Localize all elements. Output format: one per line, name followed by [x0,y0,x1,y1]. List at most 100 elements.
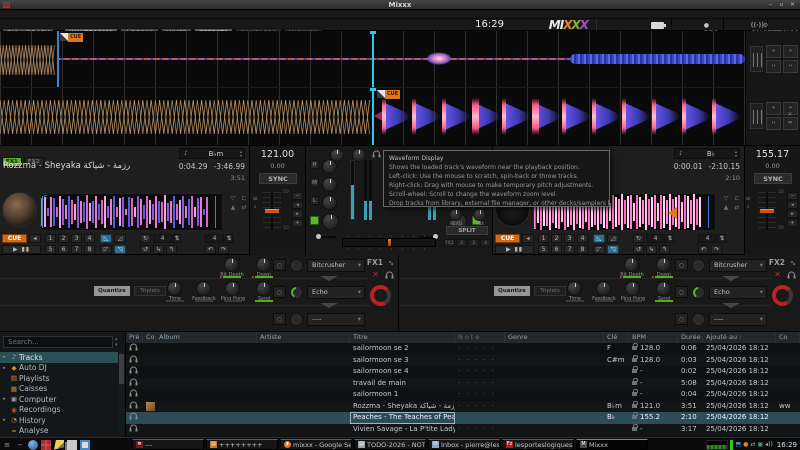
nudge-down-button[interactable]: ◂ [292,201,303,209]
column-header-3[interactable]: Artiste [257,332,350,343]
close-button[interactable]: ✕ [787,1,798,9]
hotcue-2-button[interactable]: 2 [551,234,562,243]
beatjump-size-spinner[interactable]: ⇅ [718,234,726,243]
expander-icon[interactable]: ▸ [0,354,9,360]
key-spinner[interactable]: ▴▾ [735,150,737,158]
hotcue-1-button[interactable]: 1 [45,234,56,243]
loop-out-button[interactable]: ◹ [114,245,126,254]
triplets-button[interactable]: Triplets [534,286,566,296]
jump-to-start-button[interactable]: ◂ [522,234,534,243]
hotcue-5-button[interactable]: 5 [538,245,549,254]
key-spinner[interactable]: ▴▾ [240,150,242,158]
column-header-5[interactable]: Note [455,332,505,343]
column-header-6[interactable]: Genre [505,332,604,343]
balance-slider[interactable] [316,236,336,238]
loop-size-spinbox[interactable]: 4 [646,234,665,243]
deck1-waveform[interactable]: CUE [0,31,745,88]
search-input[interactable] [3,336,113,348]
repeat-icon[interactable]: ⇄ [239,204,249,212]
maximize-button[interactable]: ▫ [776,1,787,9]
fx-slot1-power-button[interactable]: ○ [675,259,688,271]
warning-icon[interactable]: ● [743,440,748,450]
fx-slot3-power-button[interactable]: ○ [675,313,688,325]
pitch-slider[interactable] [263,192,281,230]
deck2-waveform[interactable]: CUE [0,88,745,145]
browser-icon[interactable] [28,440,38,450]
expander-icon[interactable]: ▸ [0,396,9,402]
pitch-down-button[interactable]: − [292,192,303,200]
sidebar-item-tracks[interactable]: ▸♪Tracks [0,352,118,363]
fx-slot3-meta-knob[interactable] [290,313,303,326]
hotcue-4-button[interactable]: 4 [84,234,95,243]
loop-halve-button[interactable]: ◺ [593,234,605,243]
preview-play-icon[interactable] [126,343,143,355]
rating-cell[interactable]: · · · · · [455,355,505,367]
preview-play-icon[interactable] [126,412,143,424]
table-row[interactable]: sailormoon se 2· · · · ·F128.00:0625/04/… [126,343,800,355]
cue-button[interactable]: CUE [495,234,520,243]
rating-cell[interactable]: · · · · · [455,389,505,401]
bpm-cell[interactable]: - [629,424,678,436]
preview-play-icon[interactable] [126,401,143,413]
pitch-slider-handle[interactable] [265,209,279,213]
sidebar-scrollbar[interactable] [119,352,124,434]
rating-cell[interactable]: · · · · · [455,378,505,390]
quantize-button[interactable]: Quantize [94,286,130,296]
waveform-overview[interactable]: C [40,193,223,231]
eq-low-knob[interactable] [322,195,337,210]
volume-icon[interactable]: ◂)) [765,440,773,450]
sync-button[interactable]: SYNC [259,173,297,184]
pitch-slider-handle[interactable] [760,209,774,213]
crossfader-handle[interactable] [387,238,392,247]
loop-in-button[interactable]: ◸ [593,245,605,254]
rating-cell[interactable]: · · · · · [455,401,505,413]
jump-to-start-button[interactable]: ◂ [29,234,41,243]
updates-icon[interactable]: ⇄ [750,440,755,450]
nudge-up-button[interactable]: ▸ [292,210,303,218]
hotcue-7-button[interactable]: 7 [71,245,82,254]
head-gain-knob[interactable] [449,208,462,221]
beatjump-size-spinner[interactable]: ⇅ [225,234,233,243]
preview-play-icon[interactable] [126,424,143,436]
app-menu-icon[interactable]: ≡ [2,440,12,450]
zoom-set-right-icon[interactable]: » [783,45,798,58]
slip-icon[interactable]: ⊏ [239,195,249,203]
loop-out-marker-button[interactable]: ↰ [166,245,177,254]
bpm-lock-icon[interactable] [632,415,637,419]
fx2-button[interactable]: 2 [456,239,467,247]
hotcue-4-button[interactable]: 4 [577,234,588,243]
sidebar-item-playlists[interactable]: ▤Playlists [0,373,118,384]
send-knob[interactable] [656,281,671,296]
loop-double-button[interactable]: ◿ [607,234,619,243]
column-header-7[interactable]: Clé [604,332,629,343]
beatjump-size-spinbox[interactable]: 4 [205,234,224,243]
table-row[interactable]: travail de main· · · · ·-5:0825/04/2026 … [126,378,800,390]
fx-routing-icon[interactable]: ✕ [372,270,379,279]
title-bar[interactable]: Mixxx – ▫ ✕ [0,0,800,10]
beatgrid-icon[interactable]: ≡ [743,195,753,203]
pingpong-knob[interactable] [625,281,640,296]
fx4-button[interactable]: 4 [480,239,491,247]
nudge-down-button[interactable]: ◂ [787,201,798,209]
fx-slot1-select[interactable]: Bitcrusher [709,259,767,272]
bpm-lock-icon[interactable] [632,381,637,385]
hotcue-6-button[interactable]: 6 [551,245,562,254]
bpm-lock-icon[interactable] [632,427,637,431]
fx-slot1-meta-knob[interactable] [290,259,303,272]
column-header-0[interactable]: Pré [126,332,143,343]
bpm-lock-icon[interactable] [632,358,637,362]
fx-expand-icon[interactable]: ↔ [386,258,396,268]
fx-slot2-meta-knob[interactable] [692,286,705,299]
taskbar-window-mail[interactable]: ✉Inbox - pierre@les... [428,439,500,450]
album-art[interactable] [2,192,37,227]
fx-slot3-select[interactable]: ---- [709,313,767,326]
bpm-cell[interactable]: - [629,366,678,378]
bitdepth-knob[interactable] [224,257,239,272]
sync-button[interactable]: SYNC [754,173,792,184]
send-knob[interactable] [256,281,271,296]
bitdepth-knob[interactable] [624,257,639,272]
fx-super-knob[interactable] [772,285,793,306]
loop-in-marker-button[interactable]: ↳ [153,245,164,254]
beatgrid-icon[interactable]: ≡ [250,195,260,203]
downsample-knob[interactable] [256,257,271,272]
